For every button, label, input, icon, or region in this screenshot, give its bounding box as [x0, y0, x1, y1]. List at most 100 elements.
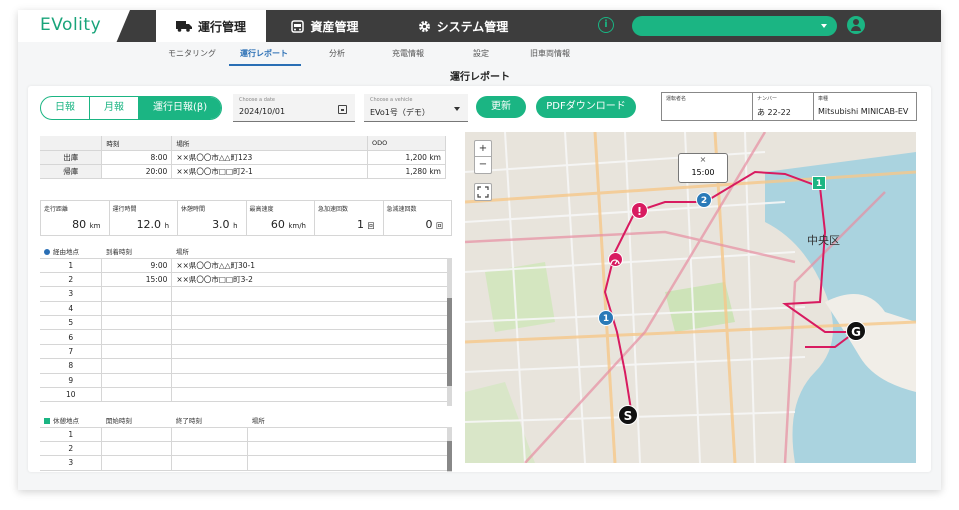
kpi-hard-brake: 急減速回数 0 回: [386, 206, 444, 231]
kpi-strip: 走行距離 80 km 運行時間 12.0 h 休憩時間 3.0 h 最高速度 60 km…: [40, 200, 452, 236]
col-break-end: 終了時刻: [171, 413, 248, 428]
model-label: 車種: [818, 96, 829, 102]
list-item: 3: [40, 455, 450, 471]
col-time: 時刻: [101, 136, 173, 151]
kpi-break-time: 休憩時間 3.0 h: [178, 201, 247, 235]
page-title: 運行レポート: [450, 72, 510, 83]
tab-operation[interactable]: 運行管理: [156, 10, 266, 42]
col-break-place: 場所: [247, 413, 450, 428]
chevron-down-icon: [821, 24, 827, 28]
subnav-charging[interactable]: 充電情報: [392, 48, 424, 59]
segment-operation-daily[interactable]: 運行日報(β): [139, 97, 222, 119]
list-item: 1: [40, 427, 450, 442]
col-place: 場所: [171, 136, 369, 151]
logo-area: EVolity: [18, 10, 130, 42]
col-waypoint-place: 場所: [171, 244, 450, 259]
update-button[interactable]: 更新: [476, 96, 526, 118]
report-panel: 日報 月報 運行日報(β) Choose a date 2024/10/01 C…: [28, 86, 931, 472]
driver-label: 運転者名: [666, 96, 687, 102]
list-item: 3: [40, 286, 450, 302]
list-item: 10: [40, 387, 450, 403]
list-item: 6: [40, 329, 450, 345]
subnav-monitoring[interactable]: モニタリング: [168, 48, 216, 59]
vehicle-select[interactable]: Choose a vehicle EVo1号（デモ）: [364, 94, 468, 122]
list-item: 7: [40, 344, 450, 360]
col-waypoint: 経由地点: [53, 247, 79, 256]
col-break: 休憩地点: [53, 416, 79, 425]
model-box: 車種 Mitsubishi MINICAB-EV: [813, 92, 917, 121]
speed-event-marker-icon[interactable]: [608, 252, 623, 267]
calendar-icon[interactable]: [338, 105, 347, 114]
list-item: 9: [40, 373, 450, 389]
waypoints-table: 経由地点 到着時刻 場所 1 9:00 ××県〇〇市△△町30-1 2 15:00 ××…: [40, 244, 450, 403]
tab-operation-label: 運行管理: [197, 19, 246, 34]
active-tab-indicator: [229, 64, 301, 66]
subnav-settings[interactable]: 設定: [473, 48, 489, 59]
zoom-out-button[interactable]: −: [475, 157, 491, 173]
dropdown-arrow-icon: [454, 107, 460, 111]
goal-marker-icon[interactable]: G: [846, 321, 866, 341]
breaks-table: 休憩地点 開始時刻 終了時刻 場所 1 2 3: [40, 413, 450, 471]
subnav-analysis[interactable]: 分析: [329, 48, 345, 59]
user-icon[interactable]: [847, 16, 865, 34]
kpi-max-speed: 最高速度 60 km/h: [247, 201, 315, 235]
break-1-marker-icon[interactable]: 1: [812, 176, 826, 190]
report-type-toggle: 日報 月報 運行日報(β): [40, 96, 223, 120]
kpi-operation-time: 運行時間 12.0 h: [110, 201, 178, 235]
app-window: EVolity 運行管理 資産管理 システム管理 i モニタリング 運行レポート…: [18, 10, 941, 490]
kpi-hard-accel: 急加速回数 1 回: [315, 201, 384, 235]
subnav-old-vehicles[interactable]: 旧車両情報: [530, 48, 570, 59]
list-item: 2 15:00 ××県〇〇市□□町3-2: [40, 272, 450, 288]
waypoints-scrollbar[interactable]: [447, 258, 452, 406]
tab-assets[interactable]: 資産管理: [280, 10, 370, 42]
col-arrival: 到着時刻: [101, 244, 172, 259]
vehicle-select-label: Choose a vehicle: [370, 97, 413, 103]
tab-system-label: システム管理: [436, 19, 509, 34]
zoom-in-button[interactable]: +: [475, 141, 491, 157]
district-label: 中央区: [807, 234, 840, 247]
fullscreen-icon[interactable]: [474, 183, 492, 201]
departure-return-table: 時刻 場所 ODO 出庫 8:00 ××県〇〇市△△町123 1,200 km …: [40, 136, 446, 179]
list-item: 2: [40, 441, 450, 457]
info-icon[interactable]: i: [598, 17, 614, 33]
account-select[interactable]: [632, 16, 837, 36]
popup-close-button[interactable]: ×: [679, 155, 727, 164]
list-item: 8: [40, 358, 450, 374]
date-field[interactable]: Choose a date 2024/10/01: [233, 94, 355, 122]
table-row: 帰庫 20:00 ××県〇〇市□□町2-1 1,280 km: [40, 164, 446, 179]
waypoint-2-marker-icon[interactable]: 2: [696, 192, 712, 208]
car-icon: [291, 19, 305, 33]
popup-time: 15:00: [691, 168, 715, 177]
segment-daily[interactable]: 日報: [41, 97, 90, 119]
waypoint-1-marker-icon[interactable]: 1: [598, 310, 614, 326]
truck-icon: [175, 20, 192, 32]
kpi-distance: 走行距離 80 km: [41, 201, 110, 235]
date-field-value: 2024/10/01: [239, 107, 286, 116]
list-item: 1 9:00 ××県〇〇市△△町30-1: [40, 258, 450, 273]
route-map[interactable]: 中央区 + − × 15:00 S G 1 2 1 !: [465, 132, 916, 463]
plate-box: ナンバー あ 22-22: [752, 92, 814, 121]
zoom-control: + −: [474, 140, 492, 174]
top-bar: EVolity 運行管理 資産管理 システム管理 i: [18, 10, 941, 42]
vehicle-select-value: EVo1号（デモ）: [370, 108, 430, 117]
tab-system[interactable]: システム管理: [403, 10, 523, 42]
breaks-scrollbar[interactable]: [447, 427, 452, 472]
driver-box: 運転者名: [661, 92, 753, 121]
col-odo: ODO: [367, 136, 446, 151]
model-value: Mitsubishi MINICAB-EV: [818, 107, 909, 116]
start-marker-icon[interactable]: S: [618, 405, 638, 425]
waypoint-dot-icon: [44, 248, 50, 255]
gear-icon: [418, 20, 431, 33]
app-logo: EVolity: [40, 15, 102, 35]
subnav-operation-report[interactable]: 運行レポート: [240, 48, 288, 59]
break-square-icon: [44, 417, 50, 424]
plate-label: ナンバー: [757, 96, 778, 102]
list-item: 4: [40, 301, 450, 317]
date-field-label: Choose a date: [239, 97, 275, 103]
col-break-start: 開始時刻: [101, 413, 172, 428]
plate-value: あ 22-22: [757, 108, 791, 117]
pdf-download-button[interactable]: PDFダウンロード: [536, 96, 636, 118]
alert-marker-icon[interactable]: !: [631, 202, 648, 219]
waypoint-popup: × 15:00: [678, 153, 728, 183]
segment-monthly[interactable]: 月報: [90, 97, 139, 119]
